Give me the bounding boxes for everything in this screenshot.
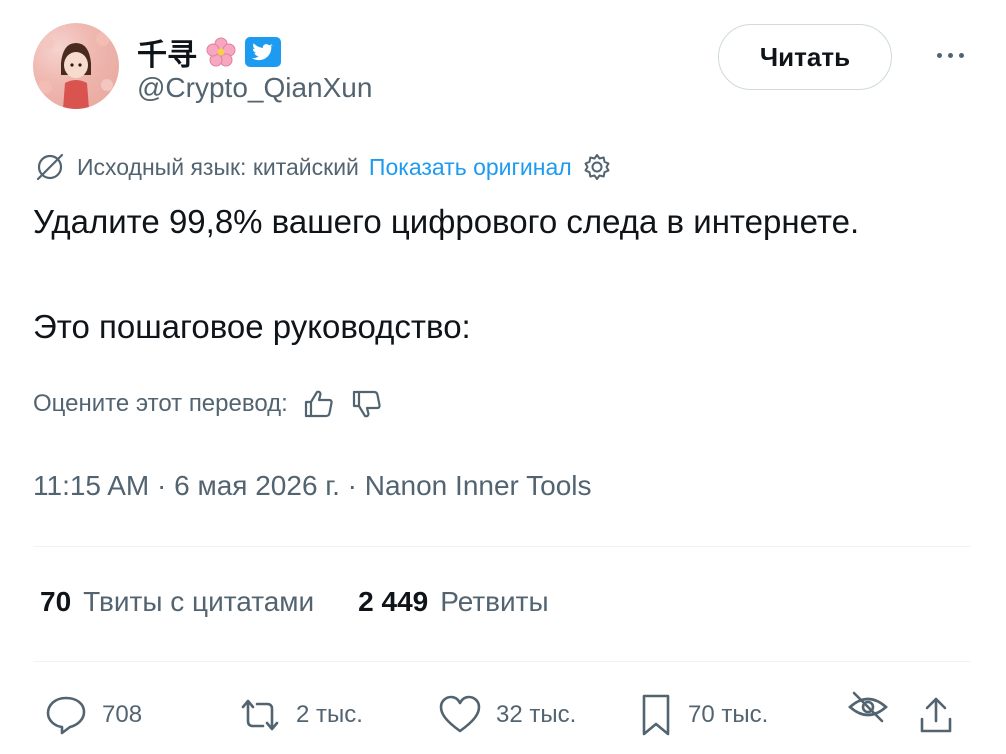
dot [958, 52, 964, 58]
hide-button[interactable] [846, 682, 890, 732]
avatar[interactable] [33, 23, 119, 109]
reply-icon [42, 693, 90, 737]
author-display-name[interactable]: 千寻 [137, 30, 197, 74]
show-original-link[interactable]: Показать оригинал [369, 154, 572, 181]
divider [33, 661, 971, 662]
retweets-count[interactable]: 2 449 [358, 586, 428, 618]
more-options-icon[interactable] [930, 40, 970, 70]
reply-button[interactable]: 708 [42, 690, 142, 740]
reply-count: 708 [102, 701, 143, 728]
translate-icon [33, 150, 67, 184]
retweets-label[interactable]: Ретвиты [440, 586, 548, 618]
source-language-label: Исходный язык: китайский [77, 153, 359, 180]
bookmark-button[interactable]: 70 тыс. [636, 690, 768, 740]
share-icon [914, 693, 958, 737]
heart-icon [436, 693, 484, 737]
gear-icon[interactable] [582, 152, 612, 182]
tweet-meta[interactable]: 11:15 AM · 6 мая 2026 г. · Nanon Inner T… [33, 470, 592, 502]
rate-translation-label: Оцените этот перевод: [33, 390, 288, 417]
quotes-label[interactable]: Твиты с цитатами [83, 586, 314, 618]
tweet-stats: 70 Твиты с цитатами 2 449 Ретвиты [40, 586, 549, 618]
bird-icon [245, 36, 281, 68]
cherry-blossom-icon [205, 36, 237, 68]
author-handle[interactable]: @Crypto_QianXun [137, 72, 372, 104]
tweet-text-line: Это пошаговое руководство: [33, 308, 471, 345]
bookmark-count: 70 тыс. [688, 701, 769, 728]
retweet-icon [236, 693, 284, 737]
thumbs-down-icon[interactable] [350, 388, 384, 420]
share-button[interactable] [914, 690, 958, 740]
translation-info: Исходный язык: китайский Показать оригин… [33, 150, 612, 184]
like-count: 32 тыс. [496, 701, 577, 728]
quotes-count[interactable]: 70 [40, 586, 71, 618]
retweet-button[interactable]: 2 тыс. [236, 690, 363, 740]
retweet-count: 2 тыс. [296, 701, 363, 728]
follow-button[interactable]: Читать [718, 24, 892, 90]
dot [947, 52, 953, 58]
author-name-row[interactable]: 千寻 [137, 30, 281, 74]
thumbs-up-icon[interactable] [302, 388, 336, 420]
eye-slash-icon [846, 687, 890, 727]
rate-translation: Оцените этот перевод: [33, 386, 384, 422]
like-button[interactable]: 32 тыс. [436, 690, 576, 740]
dot [936, 52, 942, 58]
divider [33, 546, 971, 547]
tweet-text-line: Удалите 99,8% вашего цифрового следа в и… [33, 203, 860, 240]
bookmark-icon [636, 692, 676, 738]
